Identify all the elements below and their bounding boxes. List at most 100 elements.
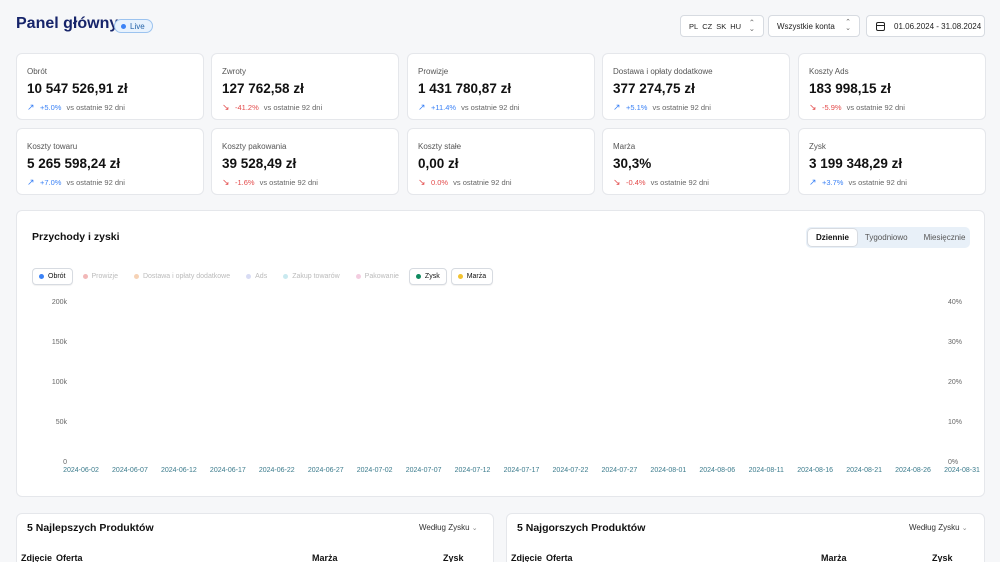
kpi-compare-label: vs ostatnie 92 dni xyxy=(848,178,907,187)
column-header-margin[interactable]: Marża xyxy=(821,553,847,562)
x-axis-tick: 2024-06-07 xyxy=(112,467,148,474)
live-dot-icon xyxy=(121,23,126,29)
trend-down-icon: ↘ xyxy=(222,177,230,187)
live-label: Live xyxy=(130,21,145,31)
lang-option[interactable]: HU xyxy=(730,22,741,31)
kpi-compare-label: vs ostatnie 92 dni xyxy=(461,103,520,112)
kpi-compare-label: vs ostatnie 92 dni xyxy=(66,178,125,187)
y-axis-right-tick: 30% xyxy=(948,339,962,346)
kpi-label: Koszty towaru xyxy=(27,142,78,151)
kpi-card: Zysk 3 199 348,29 zł ↗ +3.7% vs ostatnie 92 … xyxy=(798,128,986,195)
language-selector[interactable]: PL CZ SK HU ⌃ ⌄ xyxy=(680,15,764,37)
kpi-card: Prowizje 1 431 780,87 zł ↗ +11.4% vs ostatni… xyxy=(407,53,595,120)
x-axis-tick: 2024-06-27 xyxy=(308,467,344,474)
kpi-change: -1.6% xyxy=(235,178,255,187)
calendar-icon xyxy=(876,22,885,31)
y-axis-left-tick: 0 xyxy=(63,459,67,466)
live-badge: Live xyxy=(114,19,153,33)
best-products-sort[interactable]: Według Zysku ⌄ xyxy=(419,523,478,532)
worst-products-sort[interactable]: Według Zysku ⌄ xyxy=(909,523,968,532)
kpi-label: Obrót xyxy=(27,67,48,76)
kpi-card: Obrót 10 547 526,91 zł ↗ +5.0% vs ostatnie 9… xyxy=(16,53,204,120)
x-axis-tick: 2024-08-16 xyxy=(797,467,833,474)
x-axis-tick: 2024-08-11 xyxy=(749,467,784,474)
kpi-card: Zwroty 127 762,58 zł ↘ -41.2% vs ostatnie 92… xyxy=(211,53,399,120)
chevron-up-down-icon: ⌃ ⌄ xyxy=(748,18,755,33)
kpi-compare-label: vs ostatnie 92 dni xyxy=(263,103,323,112)
revenue-chart-panel: Przychody i zyski Dziennie Tygodniowo Mi… xyxy=(16,210,985,497)
y-axis-right-tick: 0% xyxy=(948,459,958,466)
x-axis-tick: 2024-08-01 xyxy=(650,467,686,474)
x-axis-tick: 2024-06-17 xyxy=(210,467,246,474)
y-axis-left-tick: 200k xyxy=(52,299,68,306)
kpi-card: Koszty stałe 0,00 zł ↘ 0.0% vs ostatnie 92 d… xyxy=(407,128,595,195)
x-axis-tick: 2024-07-02 xyxy=(357,467,393,474)
y-axis-right-tick: 10% xyxy=(948,419,962,426)
trend-up-icon: ↗ xyxy=(613,102,621,112)
kpi-change: +3.7% xyxy=(822,178,844,187)
kpi-label: Koszty stałe xyxy=(418,142,462,151)
kpi-value: 183 998,15 zł xyxy=(809,81,891,96)
kpi-card: Dostawa i opłaty dodatkowe 377 274,75 zł ↗… xyxy=(602,53,790,120)
best-products-panel: 5 Najlepszych Produktów Według Zysku ⌄ Z… xyxy=(16,513,494,562)
date-range-value: 01.06.2024 - 31.08.2024 xyxy=(894,21,982,31)
x-axis-tick: 2024-07-27 xyxy=(601,467,637,474)
x-axis-tick: 2024-08-06 xyxy=(699,467,735,474)
column-header-photo: Zdjęcie xyxy=(511,553,543,562)
sort-label: Według Zysku xyxy=(909,523,960,532)
y-axis-right-tick: 40% xyxy=(948,299,962,306)
kpi-compare-label: vs ostatnie 92 dni xyxy=(453,178,512,187)
trend-up-icon: ↗ xyxy=(809,177,817,187)
kpi-value: 127 762,58 zł xyxy=(222,81,304,96)
worst-products-title: 5 Najgorszych Produktów xyxy=(517,522,646,534)
column-header-offer: Oferta xyxy=(546,553,573,562)
kpi-value: 10 547 526,91 zł xyxy=(27,81,128,96)
column-header-profit[interactable]: Zysk xyxy=(932,553,953,562)
x-axis-tick: 2024-07-12 xyxy=(455,467,491,474)
kpi-change: +5.1% xyxy=(626,103,648,112)
kpi-value: 377 274,75 zł xyxy=(613,81,695,96)
x-axis-tick: 2024-07-22 xyxy=(553,467,589,474)
x-axis-tick: 2024-06-02 xyxy=(63,467,99,474)
date-range-picker[interactable]: 01.06.2024 - 31.08.2024 xyxy=(866,15,985,37)
trend-down-icon: ↘ xyxy=(222,102,230,112)
lang-option[interactable]: PL xyxy=(689,22,698,31)
trend-up-icon: ↗ xyxy=(27,102,35,112)
lang-option[interactable]: CZ xyxy=(702,22,712,31)
kpi-card: Koszty towaru 5 265 598,24 zł ↗ +7.0% vs ost… xyxy=(16,128,204,195)
chevron-down-icon: ⌄ xyxy=(471,525,478,532)
column-header-photo: Zdjęcie xyxy=(21,553,53,562)
x-axis-tick: 2024-08-26 xyxy=(895,467,931,474)
kpi-compare-label: vs ostatnie 92 dni xyxy=(652,103,711,112)
x-axis-tick: 2024-06-12 xyxy=(161,467,197,474)
page-header: Panel główny Live PL CZ SK HU ⌃ ⌄ Wszystk… xyxy=(0,0,1000,52)
kpi-label: Zysk xyxy=(809,142,826,151)
kpi-label: Koszty Ads xyxy=(809,67,849,76)
account-select[interactable]: Wszystkie konta ⌃ ⌄ xyxy=(768,15,860,37)
lang-option[interactable]: SK xyxy=(716,22,726,31)
chevron-down-icon: ⌄ xyxy=(961,525,968,532)
kpi-compare-label: vs ostatnie 92 dni xyxy=(650,178,709,187)
trend-down-icon: ↘ xyxy=(418,177,426,187)
kpi-compare-label: vs ostatnie 92 dni xyxy=(259,178,318,187)
kpi-value: 39 528,49 zł xyxy=(222,156,297,171)
kpi-value: 30,3% xyxy=(613,156,652,171)
y-axis-left-tick: 100k xyxy=(52,379,68,386)
kpi-label: Koszty pakowania xyxy=(222,142,287,151)
column-header-profit[interactable]: Zysk xyxy=(443,553,464,562)
trend-up-icon: ↗ xyxy=(27,177,35,187)
kpi-change: 0.0% xyxy=(431,178,449,187)
trend-down-icon: ↘ xyxy=(613,177,621,187)
kpi-value: 5 265 598,24 zł xyxy=(27,156,121,171)
x-axis-tick: 2024-08-21 xyxy=(846,467,882,474)
column-header-margin[interactable]: Marża xyxy=(312,553,338,562)
best-products-title: 5 Najlepszych Produktów xyxy=(27,522,154,534)
x-axis-tick: 2024-08-31 xyxy=(944,467,980,474)
kpi-change: +11.4% xyxy=(431,103,457,112)
kpi-compare-label: vs ostatnie 92 dni xyxy=(846,103,905,112)
account-select-value: Wszystkie konta xyxy=(777,21,835,31)
kpi-value: 1 431 780,87 zł xyxy=(418,81,512,96)
kpi-label: Dostawa i opłaty dodatkowe xyxy=(613,67,713,76)
trend-down-icon: ↘ xyxy=(809,102,817,112)
column-header-offer: Oferta xyxy=(56,553,83,562)
